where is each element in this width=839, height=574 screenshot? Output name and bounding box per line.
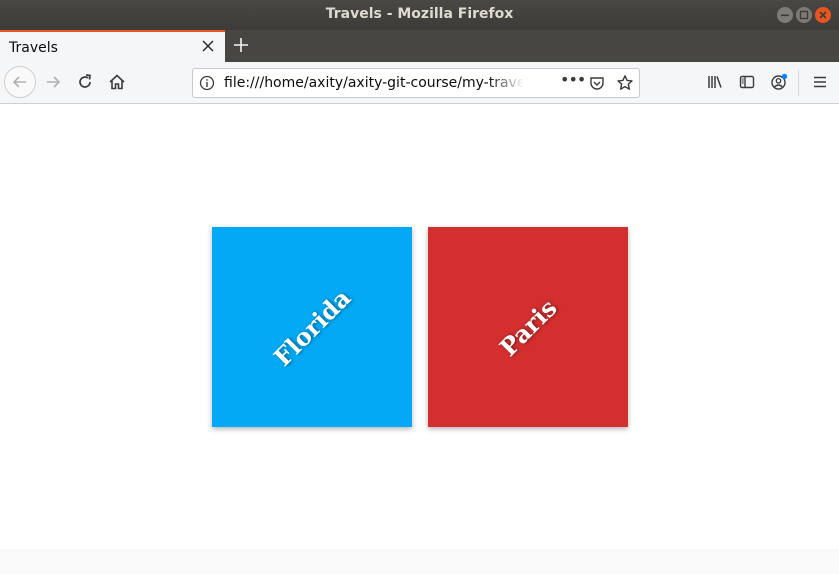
plus-icon: [234, 38, 248, 52]
minimize-icon: [781, 14, 789, 17]
forward-button[interactable]: [38, 67, 68, 97]
tab-strip: Travels: [0, 30, 839, 62]
reload-button[interactable]: [70, 67, 100, 97]
maximize-button[interactable]: [796, 7, 812, 23]
card-paris[interactable]: Paris: [428, 227, 628, 427]
window-titlebar: Travels - Mozilla Firefox: [0, 0, 839, 30]
home-icon: [109, 74, 125, 90]
toolbar-separator: [798, 70, 799, 96]
tab-close-button[interactable]: [199, 37, 217, 55]
hamburger-menu-icon: [814, 76, 826, 88]
close-icon: [819, 11, 827, 19]
navigation-toolbar: file:///home/axity/axity-git-course/my-t…: [0, 62, 839, 104]
account-button[interactable]: [764, 67, 794, 97]
new-tab-button[interactable]: [230, 34, 252, 56]
reload-icon: [79, 74, 91, 88]
home-button[interactable]: [102, 67, 132, 97]
card-title-florida: Florida: [267, 282, 357, 372]
arrow-right-icon: [47, 76, 61, 88]
window-close-button[interactable]: [815, 7, 831, 23]
back-button[interactable]: [4, 66, 36, 98]
window-title: Travels - Mozilla Firefox: [325, 6, 514, 22]
tab-travels[interactable]: Travels: [0, 30, 225, 62]
tab-label: Travels: [9, 40, 58, 56]
maximize-icon: [799, 10, 809, 20]
arrow-left-icon: [12, 76, 26, 88]
minimize-button[interactable]: [777, 7, 793, 23]
page-bottom-strip: [0, 549, 839, 574]
pocket-icon[interactable]: [589, 75, 605, 91]
address-bar[interactable]: file:///home/axity/axity-git-course/my-t…: [192, 68, 640, 98]
close-icon: [202, 40, 214, 52]
bookmark-star-icon[interactable]: [616, 74, 634, 92]
info-icon[interactable]: [199, 75, 215, 91]
account-icon: [771, 73, 788, 90]
card-title-paris: Paris: [493, 292, 563, 362]
library-icon: [708, 76, 722, 88]
page-content: Florida Paris: [0, 104, 839, 549]
url-text[interactable]: file:///home/axity/axity-git-course/my-t…: [224, 75, 524, 91]
sidebar-icon: [739, 75, 755, 89]
library-button[interactable]: [700, 67, 730, 97]
card-florida[interactable]: Florida: [212, 227, 412, 427]
menu-button[interactable]: [805, 67, 835, 97]
sidebar-button[interactable]: [732, 67, 762, 97]
page-actions-menu[interactable]: •••: [560, 70, 586, 89]
